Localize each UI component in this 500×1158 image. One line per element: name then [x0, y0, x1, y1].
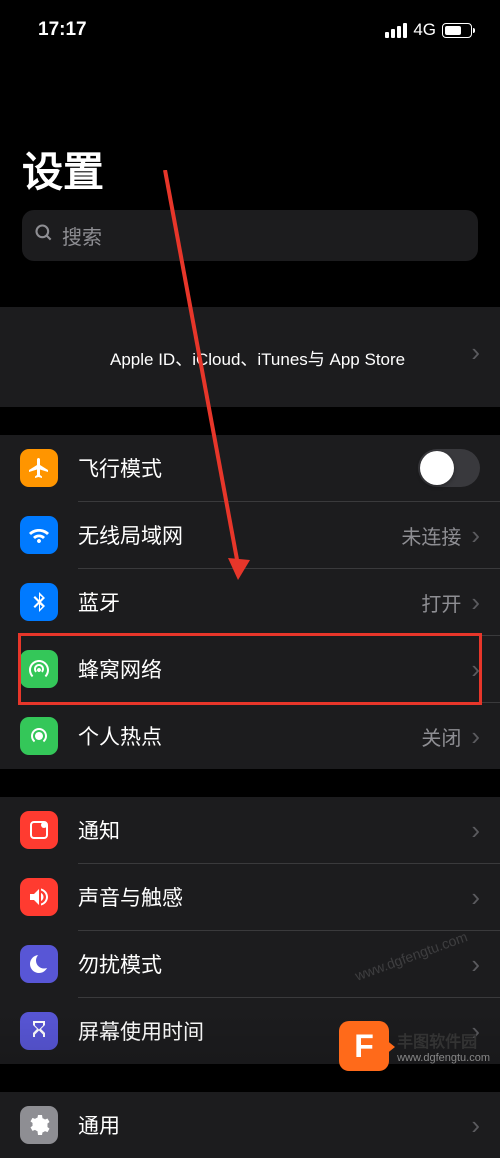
watermark-url: www.dgfengtu.com	[397, 1052, 490, 1064]
watermark-logo-icon: F	[339, 1021, 389, 1071]
row-label: 勿扰模式	[78, 949, 471, 979]
row-dnd[interactable]: 勿扰模式 ›	[0, 931, 500, 997]
chevron-right-icon: ›	[471, 654, 480, 685]
row-label: 个人热点	[78, 721, 421, 751]
row-label: 通用	[78, 1110, 471, 1140]
row-notifications[interactable]: 通知 ›	[0, 797, 500, 863]
wifi-icon	[20, 516, 58, 554]
row-cellular[interactable]: 蜂窝网络 ›	[0, 636, 500, 702]
row-bluetooth[interactable]: 蓝牙 打开 ›	[0, 569, 500, 635]
row-label: 通知	[78, 815, 471, 845]
status-indicators: 4G	[385, 20, 472, 40]
chevron-right-icon: ›	[471, 882, 480, 913]
page-title: 设置	[0, 50, 500, 210]
watermark-footer: F 丰图软件园 www.dgfengtu.com	[0, 1008, 500, 1084]
chevron-right-icon: ›	[471, 587, 480, 618]
signal-icon	[385, 23, 407, 38]
search-input[interactable]: 搜索	[22, 210, 478, 261]
network-type: 4G	[413, 20, 436, 40]
row-label: 蓝牙	[78, 587, 421, 617]
battery-icon	[442, 23, 472, 38]
chevron-right-icon: ›	[471, 337, 480, 368]
row-label: 飞行模式	[78, 453, 418, 483]
status-time: 17:17	[38, 19, 87, 41]
hotspot-icon	[20, 717, 58, 755]
status-bar: 17:17 4G	[0, 0, 500, 50]
row-airplane-mode[interactable]: 飞行模式	[0, 435, 500, 501]
row-label: 蜂窝网络	[78, 654, 471, 684]
chevron-right-icon: ›	[471, 815, 480, 846]
row-label: 无线局域网	[78, 520, 401, 550]
moon-icon	[20, 945, 58, 983]
row-sounds[interactable]: 声音与触感 ›	[0, 864, 500, 930]
chevron-right-icon: ›	[471, 1110, 480, 1141]
notification-icon	[20, 811, 58, 849]
row-value: 关闭	[421, 722, 461, 751]
cellular-icon	[20, 650, 58, 688]
chevron-right-icon: ›	[471, 520, 480, 551]
watermark-title: 丰图软件园	[397, 1028, 490, 1052]
row-general[interactable]: 通用 ›	[0, 1092, 500, 1158]
sound-icon	[20, 878, 58, 916]
search-placeholder: 搜索	[62, 221, 102, 250]
row-hotspot[interactable]: 个人热点 关闭 ›	[0, 703, 500, 769]
row-label: 声音与触感	[78, 882, 471, 912]
airplane-toggle[interactable]	[418, 449, 480, 487]
row-wifi[interactable]: 无线局域网 未连接 ›	[0, 502, 500, 568]
apple-id-row[interactable]: Apple ID、iCloud、iTunes与 App Store ›	[0, 307, 500, 407]
gear-icon	[20, 1106, 58, 1144]
apple-id-label: Apple ID、iCloud、iTunes与 App Store	[20, 345, 405, 370]
row-value: 打开	[421, 588, 461, 617]
row-value: 未连接	[401, 521, 461, 550]
chevron-right-icon: ›	[471, 721, 480, 752]
chevron-right-icon: ›	[471, 949, 480, 980]
search-icon	[34, 223, 54, 249]
bluetooth-icon	[20, 583, 58, 621]
airplane-icon	[20, 449, 58, 487]
